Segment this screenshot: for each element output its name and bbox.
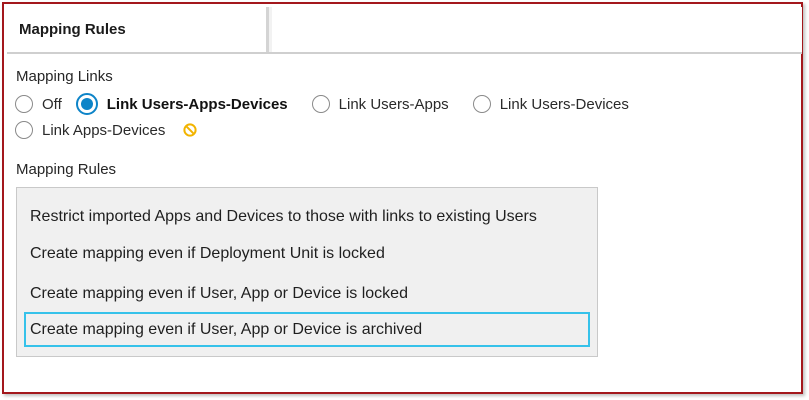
rule-item-user-app-device-locked[interactable]: Create mapping even if User, App or Devi… — [24, 276, 590, 311]
radio-link-users-devices-label: Link Users-Devices — [499, 95, 629, 113]
radio-link-users-apps-devices-label: Link Users-Apps-Devices — [106, 95, 288, 113]
tab-title: Mapping Rules — [19, 21, 126, 38]
rule-item-label: Restrict imported Apps and Devices to th… — [30, 207, 537, 225]
radio-link-apps-devices-circle[interactable] — [15, 121, 33, 139]
radio-off-circle[interactable] — [15, 95, 33, 113]
radio-link-users-apps-devices[interactable]: Link Users-Apps-Devices — [75, 93, 288, 115]
rule-item-label: Create mapping even if Deployment Unit i… — [30, 244, 385, 262]
radio-link-users-devices-circle[interactable] — [472, 95, 491, 113]
radio-link-users-apps-devices-circle[interactable] — [75, 93, 98, 115]
radio-link-users-apps[interactable]: Link Users-Apps — [311, 95, 449, 113]
panel-header: Mapping Rules — [7, 7, 802, 54]
no-entry-icon — [183, 123, 198, 137]
mapping-rules-label: Mapping Rules — [16, 161, 117, 178]
radio-off-label: Off — [42, 95, 62, 113]
mapping-links-row-2: Link Apps-Devices — [15, 121, 198, 139]
radio-link-users-apps-circle[interactable] — [311, 95, 330, 113]
rule-item-deployment-unit-locked[interactable]: Create mapping even if Deployment Unit i… — [24, 236, 590, 271]
mapping-rules-panel: Mapping Rules Mapping Links Off Link Use… — [2, 2, 803, 394]
mapping-links-label: Mapping Links — [16, 68, 113, 85]
radio-link-users-apps-label: Link Users-Apps — [338, 95, 449, 113]
radio-link-users-devices[interactable]: Link Users-Devices — [472, 95, 629, 113]
radio-link-apps-devices-label: Link Apps-Devices — [42, 121, 166, 139]
mapping-rules-list[interactable]: Restrict imported Apps and Devices to th… — [16, 187, 598, 357]
radio-off[interactable]: Off — [15, 95, 62, 113]
mapping-links-row-1: Off Link Users-Apps-Devices Link Users-A… — [15, 93, 651, 115]
rule-item-user-app-device-archived[interactable]: Create mapping even if User, App or Devi… — [24, 312, 590, 347]
radio-link-apps-devices[interactable]: Link Apps-Devices — [15, 121, 165, 139]
rule-item-restrict-imported[interactable]: Restrict imported Apps and Devices to th… — [24, 199, 590, 234]
rule-item-label: Create mapping even if User, App or Devi… — [30, 320, 423, 338]
tab-mapping-rules[interactable]: Mapping Rules — [7, 7, 269, 52]
rule-item-label: Create mapping even if User, App or Devi… — [30, 284, 408, 302]
header-empty-area — [272, 7, 802, 52]
